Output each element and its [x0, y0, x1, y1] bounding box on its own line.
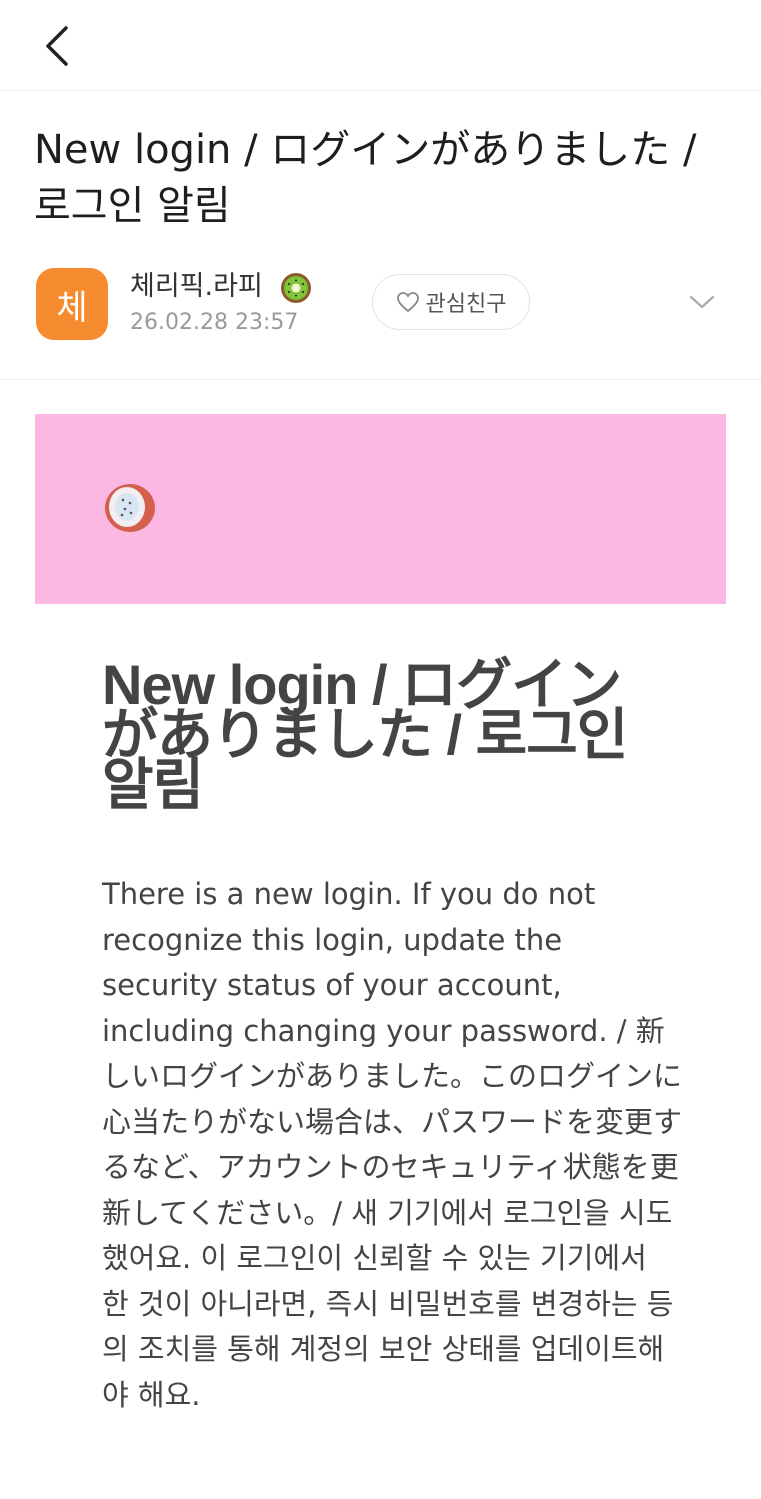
divider — [0, 379, 761, 380]
top-bar — [0, 0, 761, 91]
author-name: 체리픽.라피 — [130, 271, 263, 302]
avatar-letter: 체 — [56, 287, 88, 328]
chevron-down-icon — [689, 295, 715, 309]
post-date: 26.02.28 23:57 — [130, 310, 299, 335]
follow-label: 관심친구 — [425, 292, 507, 317]
author-row: 체 체리픽.라피 26.02.28 23:57 관심친구 — [36, 268, 726, 344]
back-button[interactable] — [30, 20, 86, 72]
chevron-left-icon — [46, 26, 68, 66]
content-body: There is a new login. If you do not reco… — [102, 877, 683, 1412]
post-title: New login / ログインがありました / 로그인 알림 — [34, 127, 697, 229]
heart-icon — [396, 292, 419, 313]
author-name-row[interactable]: 체리픽.라피 — [130, 268, 313, 306]
dragonfruit-icon — [105, 484, 155, 532]
content-heading: New login / ログインがありました / 로그인 알림 — [102, 653, 628, 816]
banner — [35, 414, 726, 604]
follow-button[interactable]: 관심친구 — [372, 274, 530, 330]
expand-button[interactable] — [686, 290, 718, 314]
avatar[interactable]: 체 — [36, 268, 108, 340]
kiwi-icon — [281, 272, 312, 303]
